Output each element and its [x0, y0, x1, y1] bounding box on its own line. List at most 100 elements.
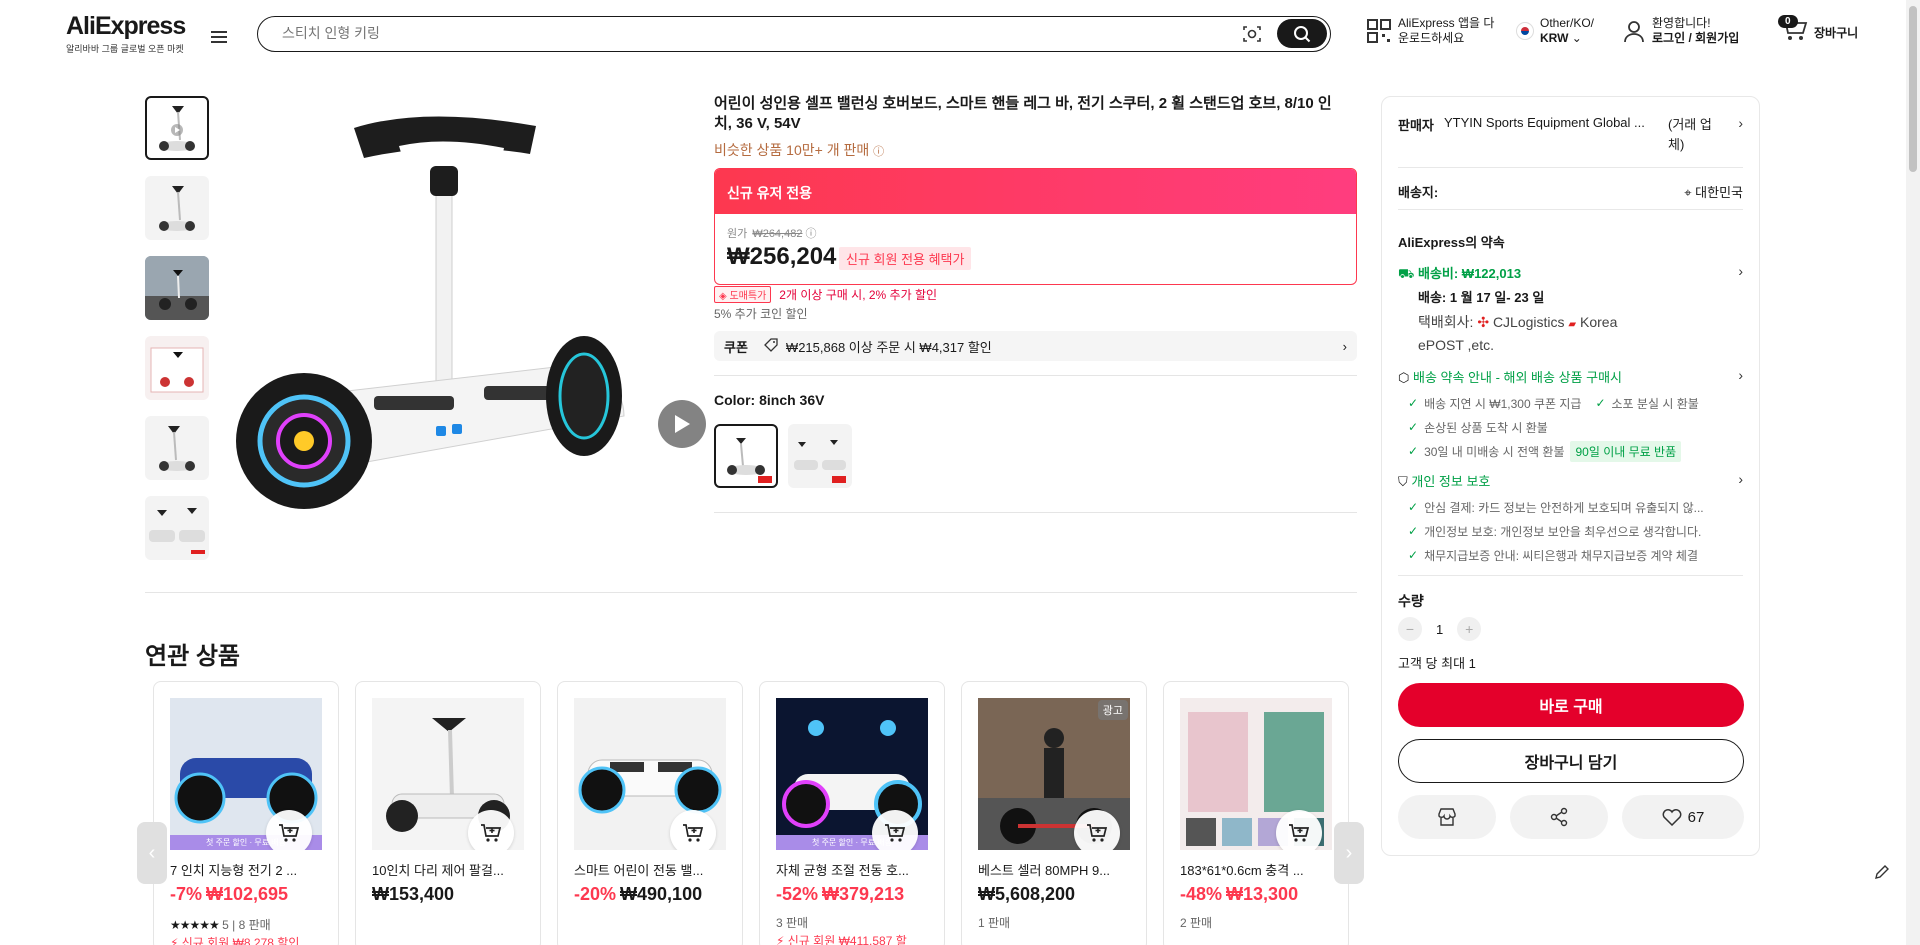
camera-search-icon[interactable]	[1242, 24, 1262, 49]
add-to-cart-icon[interactable]	[1276, 810, 1322, 850]
product-card[interactable]: 광고 베스트 셀러 80MPH 9... ₩5,608,200 1 판매	[961, 681, 1147, 945]
add-to-cart-icon[interactable]	[1074, 810, 1120, 850]
product-name: 자체 균형 조절 전동 호...	[776, 863, 909, 878]
thumbnail-image[interactable]	[145, 496, 209, 560]
thumbnail-image[interactable]	[145, 416, 209, 480]
chevron-right-icon: ›	[1738, 367, 1743, 383]
thumbnail-image[interactable]	[145, 336, 209, 400]
guarantee-4: 30일 내 미배송 시 전액 환불	[1424, 444, 1565, 459]
account-menu[interactable]: 환영합니다! 로그인 / 회원가입	[1622, 16, 1739, 46]
carriers: 택배회사: ✣ CJLogistics ▰ Korea ePOST ,etc.	[1418, 312, 1648, 355]
sold-count: 1 판매	[978, 916, 1011, 930]
carousel-next-button[interactable]: ›	[1334, 822, 1364, 884]
ship-to-row[interactable]: 배송지: ⌖ 대한민국	[1398, 182, 1743, 201]
product-price: -7% ₩102,695	[170, 884, 288, 905]
product-name: 7 인치 지능형 전기 2 ...	[170, 863, 298, 878]
privacy-title: 개인 정보 보호	[1411, 474, 1491, 489]
discount-percent: -20%	[574, 884, 617, 904]
main-product-image[interactable]	[224, 96, 706, 562]
store-button[interactable]	[1398, 795, 1496, 839]
scrollbar-thumb[interactable]	[1909, 6, 1917, 172]
add-to-cart-button[interactable]: 장바구니 담기	[1398, 739, 1744, 783]
feedback-edit-button[interactable]	[1868, 858, 1896, 886]
thumbnail-image[interactable]	[145, 256, 209, 320]
rating-value: 5	[222, 918, 229, 932]
promise-title-text: AliExpress의 약속	[1398, 235, 1505, 250]
color-option-2[interactable]	[788, 424, 852, 488]
deal-header: 신규 유저 전용	[715, 169, 1356, 214]
pencil-icon	[1875, 865, 1889, 879]
hoverboard-image	[236, 116, 625, 509]
bulk-discount: ◈ 도매특가 2개 이상 구매 시, 2% 추가 할인	[714, 286, 937, 303]
shipping-fee: 배송비: ₩122,013	[1417, 266, 1522, 281]
product-name: 베스트 셀러 80MPH 9...	[978, 863, 1111, 878]
delivery-text: 배송: 1 월 17 일- 23 일	[1418, 290, 1545, 305]
divider	[714, 375, 1357, 376]
guarantee-1: 배송 지연 시 ₩1,300 쿠폰 지급	[1424, 396, 1582, 411]
product-name: 스마트 어린이 전동 밸...	[574, 863, 704, 878]
product-card[interactable]: 183*61*0.6cm 충격 ... -48% ₩13,300 2 판매	[1163, 681, 1349, 945]
search-button[interactable]	[1277, 19, 1327, 48]
privacy-row[interactable]: ⛉ 개인 정보 보호 ›	[1398, 471, 1743, 490]
increase-quantity-button[interactable]: +	[1457, 617, 1482, 641]
seller-name[interactable]: YTYIN Sports Equipment Global ...	[1444, 115, 1664, 130]
add-to-cart-icon[interactable]	[670, 810, 716, 850]
cj-logo-icon: ✣	[1477, 314, 1490, 330]
add-to-cart-icon[interactable]	[468, 810, 514, 850]
new-user-promo-text: 신규 회원 ₩8,278 할인	[181, 936, 300, 945]
guarantee-row[interactable]: ⬡ 배송 약속 안내 - 해외 배송 상품 구매시 ›	[1398, 367, 1743, 386]
seller-type-1: (거래 업	[1668, 117, 1712, 132]
menu-icon[interactable]	[208, 26, 230, 48]
share-button[interactable]	[1510, 795, 1608, 839]
play-video-button[interactable]	[658, 400, 706, 448]
page-scrollbar[interactable]	[1906, 0, 1920, 945]
check-icon: ✓	[1408, 500, 1419, 514]
quantity-label-text: 수량	[1398, 593, 1424, 609]
original-price: 원가 ₩264,482 ⓘ	[727, 225, 817, 241]
shipping-fee-row[interactable]: ⛟ 배송비: ₩122,013 ›	[1398, 263, 1743, 284]
privacy-items: ✓ 안심 결제: 카드 정보는 안전하게 보호되며 유출되지 않... ✓ 개인정보…	[1408, 495, 1743, 567]
chevron-left-icon: ‹	[148, 841, 156, 864]
color-option-8inch-36v[interactable]	[714, 424, 778, 488]
new-user-deal-box: 신규 유저 전용 원가 ₩264,482 ⓘ ₩256,204 신규 회원 전용…	[714, 168, 1357, 285]
search-input[interactable]	[282, 25, 1222, 41]
product-card[interactable]: 스마트 어린이 전동 밸... -20% ₩490,100	[557, 681, 743, 945]
sold-value: 8 판매	[238, 918, 271, 932]
add-to-cart-icon[interactable]	[872, 810, 918, 850]
aliexpress-logo[interactable]: AliExpress 알리바바 그룹 글로벌 오픈 마켓	[66, 12, 186, 55]
carrier-korea: Korea	[1580, 314, 1618, 330]
product-card[interactable]: 첫 주문 할인 · 무료 배송 자체 균형 조절 전동 호... -52% ₩37…	[759, 681, 945, 945]
check-icon: ✓	[1408, 420, 1419, 434]
top-header: AliExpress 알리바바 그룹 글로벌 오픈 마켓 AliExpress …	[0, 0, 1920, 66]
korea-flag-icon	[1516, 22, 1534, 40]
product-card[interactable]: 10인치 다리 제어 팔걸... ₩153,400	[355, 681, 541, 945]
carousel-prev-button[interactable]: ‹	[137, 822, 167, 884]
seller-row[interactable]: 판매자 YTYIN Sports Equipment Global ... (거…	[1398, 115, 1743, 155]
likes-count: 67	[1687, 808, 1705, 826]
truck-icon: ⛟	[1398, 266, 1415, 281]
product-image	[574, 698, 726, 850]
decrease-quantity-button[interactable]: −	[1398, 617, 1422, 641]
product-price: -52% ₩379,213	[776, 884, 904, 905]
shield-icon: ⛉	[1398, 474, 1408, 489]
quantity-value[interactable]: 1	[1436, 622, 1443, 637]
wishlist-button[interactable]: 67	[1622, 795, 1744, 839]
search-bar	[257, 16, 1331, 52]
coupon-row[interactable]: 쿠폰 ₩215,868 이상 주문 시 ₩4,317 할인 ›	[714, 331, 1357, 361]
info-icon[interactable]: ⓘ	[873, 146, 884, 158]
locale-line-1: Other/KO/	[1540, 16, 1595, 30]
price-value: ₩13,300	[1226, 884, 1299, 904]
original-price-value: ₩264,482	[752, 228, 803, 240]
bulk-tag: ◈ 도매특가	[714, 286, 772, 303]
locale-selector[interactable]: Other/KO/KRW ⌄	[1516, 16, 1594, 46]
app-download[interactable]: AliExpress 앱을 다 운로드하세요	[1366, 16, 1494, 46]
info-icon[interactable]: ⓘ	[806, 228, 817, 240]
sold-count: 2 판매	[1180, 916, 1213, 930]
thumbnail-video[interactable]	[145, 96, 209, 160]
add-to-cart-icon[interactable]	[266, 810, 312, 850]
thumbnail-image[interactable]	[145, 176, 209, 240]
login-signup-link[interactable]: 로그인 / 회원가입	[1652, 31, 1739, 45]
tag-icon: ◈	[719, 291, 727, 302]
buy-now-button[interactable]: 바로 구매	[1398, 683, 1744, 727]
product-card[interactable]: 첫 주문 할인 · 무료 배송 7 인치 지능형 전기 2 ... -7% ₩10…	[153, 681, 339, 945]
